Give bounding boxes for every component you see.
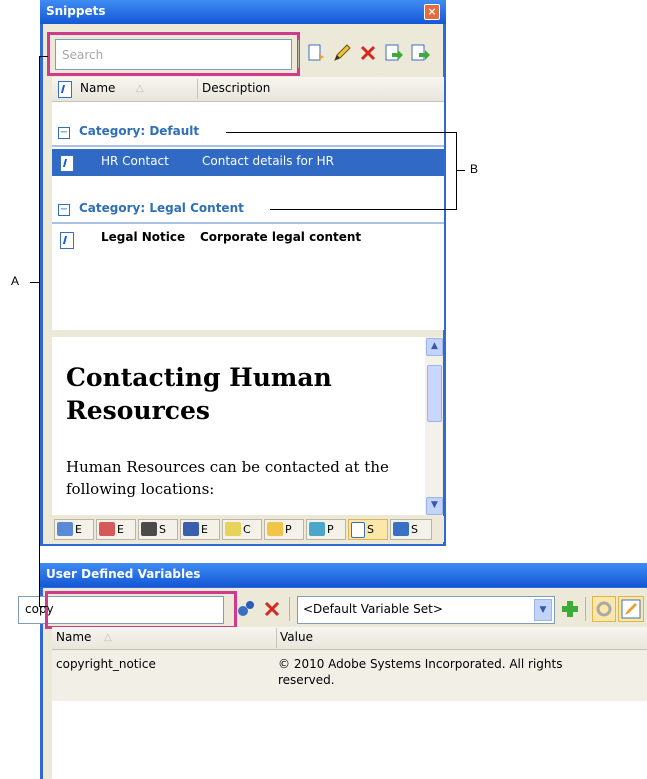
tab-folder[interactable]: P [264, 519, 304, 540]
close-icon[interactable]: × [424, 4, 440, 20]
filter-highlight-box [45, 591, 237, 629]
preview-heading: Contacting Human Resources [66, 363, 332, 425]
sort-icon: △ [104, 632, 112, 643]
table-row[interactable]: copyright_notice © 2010 Adobe Systems In… [52, 651, 647, 701]
document-icon [183, 522, 199, 536]
category-default-label: Category: Default [79, 124, 200, 138]
tab-label: S [411, 523, 418, 536]
callout-line [456, 170, 465, 171]
callout-line [226, 132, 456, 133]
snippet-description: Contact details for HR [202, 154, 334, 168]
snippet-name: Legal Notice [101, 230, 186, 244]
snippet-row[interactable]: Legal Notice Corporate legal content [52, 225, 444, 251]
variable-value-line1: © 2010 Adobe Systems Incorporated. All r… [278, 657, 563, 671]
scroll-down-icon[interactable]: ▼ [426, 497, 443, 515]
udv-list [52, 701, 647, 779]
category-legal-label: Category: Legal Content [79, 201, 244, 215]
snippet-name: HR Contact [101, 154, 169, 168]
preview-body: Human Resources can be contacted at the … [66, 458, 389, 498]
tab-label: E [75, 523, 82, 536]
snippets-titlebar: Snippets × [40, 0, 446, 24]
tab-label: P [327, 523, 334, 536]
column-divider [197, 79, 198, 99]
tab-project[interactable]: P [306, 519, 346, 540]
tab-label: P [285, 523, 292, 536]
tab-conditions[interactable]: C [222, 519, 262, 540]
delete-icon[interactable] [358, 43, 378, 63]
snippet-icon [60, 232, 74, 249]
column-value[interactable]: Value [280, 630, 313, 644]
tab-variables[interactable]: S [390, 519, 432, 540]
settings-icon[interactable] [592, 596, 616, 622]
export-icon[interactable] [410, 43, 430, 63]
sort-icon: △ [136, 83, 144, 94]
column-name[interactable]: Name [56, 630, 91, 644]
tab-search[interactable]: S [138, 519, 178, 540]
callout-line [39, 56, 48, 57]
edit-icon[interactable] [618, 596, 644, 622]
snippet-description: Corporate legal content [200, 230, 362, 244]
callout-line [456, 132, 457, 210]
callout-a-label: A [11, 274, 20, 288]
callout-b-label: B [470, 162, 479, 176]
variable-set-value: <Default Variable Set> [303, 602, 443, 616]
toolbar-separator [289, 597, 290, 621]
chevron-down-icon[interactable]: ▼ [534, 599, 552, 621]
column-divider [276, 628, 277, 648]
category-divider [52, 222, 444, 224]
snippet-icon [58, 81, 72, 98]
pencil-icon [225, 522, 241, 536]
collapse-icon[interactable]: − [58, 127, 70, 139]
callout-line [39, 56, 40, 606]
binoculars-icon [141, 522, 157, 536]
snippet-icon [351, 522, 365, 538]
tab-label: E [201, 523, 208, 536]
category-divider [52, 145, 444, 147]
column-description[interactable]: Description [202, 81, 270, 95]
search-highlight-box [47, 32, 300, 76]
evaluate-icon[interactable] [236, 599, 256, 619]
callout-line [39, 606, 48, 607]
folder-icon [267, 522, 283, 536]
tab-table[interactable]: E [54, 519, 94, 540]
tab-label: C [243, 523, 251, 536]
scroll-up-icon[interactable]: ▲ [426, 338, 443, 356]
udv-column-header: Name △ Value [52, 627, 647, 650]
toolbar-separator [298, 40, 299, 68]
add-icon[interactable] [560, 599, 580, 619]
tab-label: S [159, 523, 166, 536]
variable-name: copyright_notice [56, 657, 156, 671]
variable-value-line2: reserved. [278, 673, 335, 687]
snippets-title: Snippets [46, 4, 106, 18]
tab-list[interactable]: E [96, 519, 136, 540]
delete-icon[interactable] [262, 599, 282, 619]
preview-scrollbar[interactable]: ▲ ▼ [425, 337, 443, 515]
project-icon [309, 522, 325, 536]
column-name[interactable]: Name [80, 81, 115, 95]
snippet-row-selected[interactable]: HR Contact Contact details for HR [52, 149, 444, 176]
collapse-icon[interactable]: − [58, 204, 70, 216]
list-icon [99, 522, 115, 536]
variable-set-select[interactable]: <Default Variable Set> ▼ [297, 596, 555, 624]
variables-icon [393, 522, 409, 536]
callout-line [270, 209, 456, 210]
tab-label: E [117, 523, 124, 536]
import-icon[interactable] [384, 43, 404, 63]
udv-titlebar: User Defined Variables [40, 563, 647, 587]
toolbar-separator [585, 597, 586, 621]
callout-line [30, 282, 39, 283]
scroll-thumb[interactable] [427, 365, 442, 422]
snippet-icon [60, 155, 74, 172]
edit-icon[interactable] [332, 43, 352, 63]
panel-tabs: E E S E C P P S S [52, 516, 444, 542]
tab-snippets[interactable]: S [348, 519, 388, 540]
insert-snippet-icon[interactable] [306, 43, 326, 63]
snippets-column-header: Name △ Description [52, 77, 444, 102]
udv-title: User Defined Variables [46, 567, 201, 581]
tab-document[interactable]: E [180, 519, 220, 540]
snippet-preview: Contacting Human Resources Human Resourc… [52, 337, 425, 515]
table-icon [57, 522, 73, 536]
tab-label: S [367, 523, 374, 536]
